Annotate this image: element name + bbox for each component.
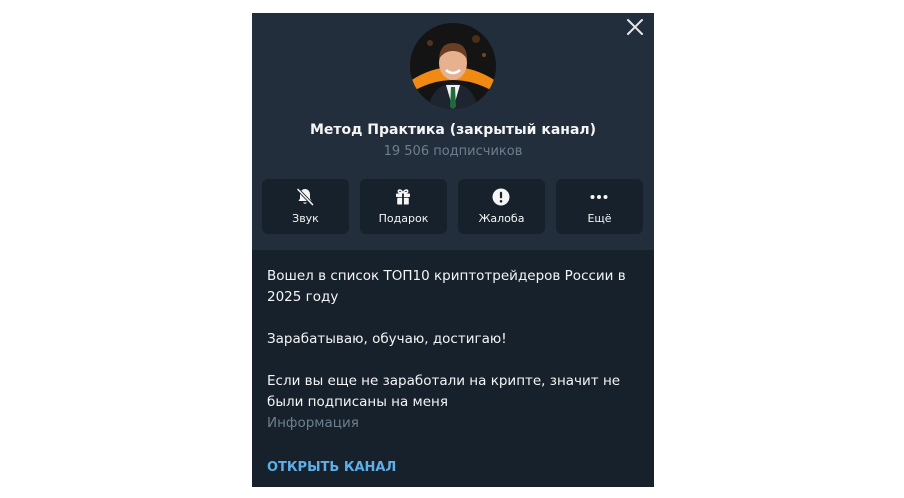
channel-title: Метод Практика (закрытый канал) <box>309 122 597 138</box>
description-paragraph: Если вы еще не заработали на крипте, зна… <box>267 373 621 410</box>
exclamation-icon <box>491 187 511 207</box>
open-channel-button[interactable]: ОТКРЫТЬ КАНАЛ <box>267 459 396 477</box>
report-label: Жалоба <box>478 212 525 225</box>
gift-label: Подарок <box>378 212 429 225</box>
more-label: Ещё <box>587 212 612 225</box>
description-paragraph: Зарабатываю, обучаю, достигаю! <box>267 331 507 347</box>
close-button[interactable] <box>625 17 645 37</box>
channel-avatar[interactable] <box>410 23 496 109</box>
more-icon <box>589 187 609 207</box>
close-icon <box>627 19 643 35</box>
more-button[interactable]: Ещё <box>556 179 643 234</box>
gift-icon <box>393 187 413 207</box>
channel-info-panel: Метод Практика (закрытый канал) 19 506 п… <box>252 13 654 487</box>
action-buttons: Звук Подарок Жалоба Ещё <box>262 179 644 234</box>
report-button[interactable]: Жалоба <box>458 179 545 234</box>
mute-label: Звук <box>292 212 319 225</box>
bell-muted-icon <box>295 187 315 207</box>
channel-description: Вошел в список ТОП10 криптотрейдеров Рос… <box>267 266 639 434</box>
subscriber-count: 19 506 подписчиков <box>383 144 523 159</box>
description-text: Вошел в список ТОП10 криптотрейдеров Рос… <box>267 266 639 413</box>
channel-header: Метод Практика (закрытый канал) 19 506 п… <box>252 13 654 250</box>
mute-button[interactable]: Звук <box>262 179 349 234</box>
description-paragraph: Вошел в список ТОП10 криптотрейдеров Рос… <box>267 268 626 305</box>
gift-button[interactable]: Подарок <box>360 179 447 234</box>
info-label: Информация <box>267 415 359 431</box>
